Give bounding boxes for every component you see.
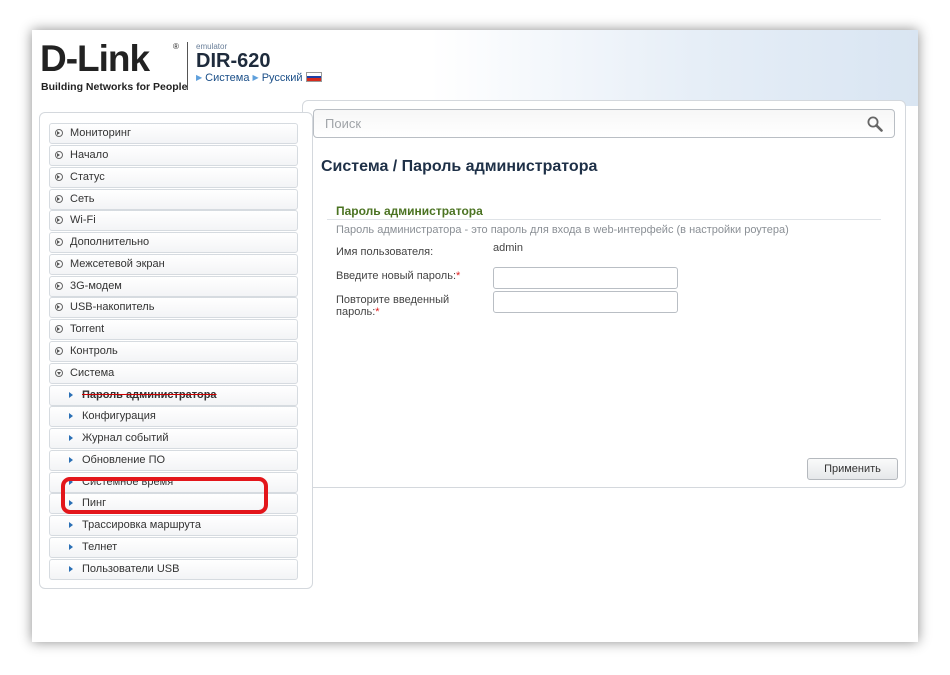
sidebar-subitem-configuration[interactable]: Конфигурация <box>49 406 298 427</box>
sidebar-subitem-firmware-update[interactable]: Обновление ПО <box>49 450 298 471</box>
repeat-password-field[interactable] <box>493 291 678 313</box>
section-divider <box>327 219 881 220</box>
breadcrumb-arrow-icon: ▶ <box>252 73 259 82</box>
sidebar-item-firewall[interactable]: Межсетевой экран <box>49 254 298 275</box>
sidebar-subitem-label: Телнет <box>82 541 118 553</box>
sidebar-item-torrent[interactable]: Torrent <box>49 319 298 340</box>
sidebar-item-label: 3G-модем <box>70 280 122 292</box>
new-password-label-text: Введите новый пароль: <box>336 270 457 282</box>
header: D-Link ® Building Networks for People em… <box>32 30 918 106</box>
section-title: Пароль администратора <box>336 204 483 218</box>
sidebar-item-label: Контроль <box>70 345 118 357</box>
sidebar-item-label: Wi-Fi <box>70 214 96 226</box>
sidebar-subitem-admin-password[interactable]: Пароль администратора <box>49 385 298 406</box>
submenu-arrow-icon <box>69 544 73 550</box>
sidebar-item-label: Статус <box>70 171 105 183</box>
sidebar: Мониторинг Начало Статус Сеть Wi-Fi Допо… <box>39 112 313 589</box>
sidebar-subitem-label: Пользователи USB <box>82 563 180 575</box>
sidebar-item-label: Torrent <box>70 323 105 335</box>
sidebar-item-start[interactable]: Начало <box>49 145 298 166</box>
sidebar-item-network[interactable]: Сеть <box>49 189 298 210</box>
expand-arrow-icon <box>55 260 63 268</box>
expand-arrow-icon <box>55 151 63 159</box>
sidebar-item-monitoring[interactable]: Мониторинг <box>49 123 298 144</box>
sidebar-subitem-label: Трассировка маршрута <box>82 519 201 531</box>
expand-arrow-icon <box>55 173 63 181</box>
expand-arrow-icon <box>55 347 63 355</box>
sidebar-item-label: Мониторинг <box>70 127 132 139</box>
sidebar-subitem-telnet[interactable]: Телнет <box>49 537 298 558</box>
submenu-arrow-icon <box>69 435 73 441</box>
search-icon[interactable] <box>866 115 884 133</box>
breadcrumb-arrow-icon: ▶ <box>196 73 203 82</box>
username-label: Имя пользователя: <box>336 246 434 258</box>
sidebar-item-system[interactable]: Система <box>49 363 298 384</box>
sidebar-subitem-label: Пароль администратора <box>82 389 217 401</box>
search-box <box>313 109 895 138</box>
section-description: Пароль администратора - это пароль для в… <box>336 224 789 236</box>
sidebar-item-wifi[interactable]: Wi-Fi <box>49 210 298 231</box>
sidebar-subitem-usb-users[interactable]: Пользователи USB <box>49 559 298 580</box>
collapse-arrow-icon <box>55 369 63 377</box>
logo-tagline: Building Networks for People <box>41 81 188 93</box>
main-panel: Система / Пароль администратора Пароль а… <box>302 100 906 488</box>
repeat-password-label-text: пароль: <box>336 306 376 318</box>
browser-frame: D-Link ® Building Networks for People em… <box>32 30 918 642</box>
dlink-logo[interactable]: D-Link ® Building Networks for People <box>40 38 187 93</box>
breadcrumb-system-link[interactable]: Система <box>205 72 249 84</box>
sidebar-item-label: Начало <box>70 149 109 161</box>
sidebar-item-label: Сеть <box>70 193 95 205</box>
submenu-arrow-icon <box>69 413 73 419</box>
submenu-arrow-icon <box>69 566 73 572</box>
logo-registered-mark: ® <box>173 42 179 51</box>
expand-arrow-icon <box>55 195 63 203</box>
sidebar-subitem-label: Обновление ПО <box>82 454 166 466</box>
apply-button[interactable]: Применить <box>807 458 898 480</box>
required-mark: * <box>456 270 461 282</box>
required-mark: * <box>375 306 380 318</box>
expand-arrow-icon <box>55 303 63 311</box>
submenu-arrow-icon <box>69 522 73 528</box>
sidebar-item-control[interactable]: Контроль <box>49 341 298 362</box>
sidebar-item-label: Межсетевой экран <box>70 258 165 270</box>
sidebar-subitem-traceroute[interactable]: Трассировка маршрута <box>49 515 298 536</box>
language-link[interactable]: Русский <box>262 72 303 84</box>
sidebar-subitem-label: Журнал событий <box>82 432 169 444</box>
logo-wordmark: D-Link <box>40 38 150 79</box>
sidebar-item-usb-storage[interactable]: USB-накопитель <box>49 297 298 318</box>
expand-arrow-icon <box>55 129 63 137</box>
expand-arrow-icon <box>55 238 63 246</box>
sidebar-item-3g-modem[interactable]: 3G-модем <box>49 276 298 297</box>
sidebar-item-label: Система <box>70 367 115 379</box>
sidebar-item-advanced[interactable]: Дополнительно <box>49 232 298 253</box>
new-password-field[interactable] <box>493 267 678 289</box>
sidebar-item-status[interactable]: Статус <box>49 167 298 188</box>
sidebar-item-label: Дополнительно <box>70 236 150 248</box>
header-divider <box>187 42 188 90</box>
device-model: DIR-620 <box>196 50 271 72</box>
highlight-annotation <box>61 477 268 514</box>
repeat-password-label: Повторите введенный пароль:* <box>336 294 449 318</box>
sidebar-item-label: USB-накопитель <box>70 301 155 313</box>
username-value: admin <box>493 242 523 254</box>
submenu-arrow-icon <box>69 392 73 398</box>
repeat-password-label-line1: Повторите введенный <box>336 294 450 306</box>
sidebar-subitem-label: Конфигурация <box>82 410 156 422</box>
repeat-password-label-line2: пароль:* <box>336 306 449 318</box>
sidebar-subitem-event-log[interactable]: Журнал событий <box>49 428 298 449</box>
expand-arrow-icon <box>55 216 63 224</box>
expand-arrow-icon <box>55 282 63 290</box>
russian-flag-icon[interactable] <box>305 72 322 82</box>
breadcrumb: ▶ Система ▶ Русский <box>196 72 322 84</box>
search-input[interactable] <box>314 110 865 137</box>
page-title: Система / Пароль администратора <box>321 158 598 175</box>
new-password-label: Введите новый пароль:* <box>336 270 460 282</box>
submenu-arrow-icon <box>69 457 73 463</box>
expand-arrow-icon <box>55 325 63 333</box>
